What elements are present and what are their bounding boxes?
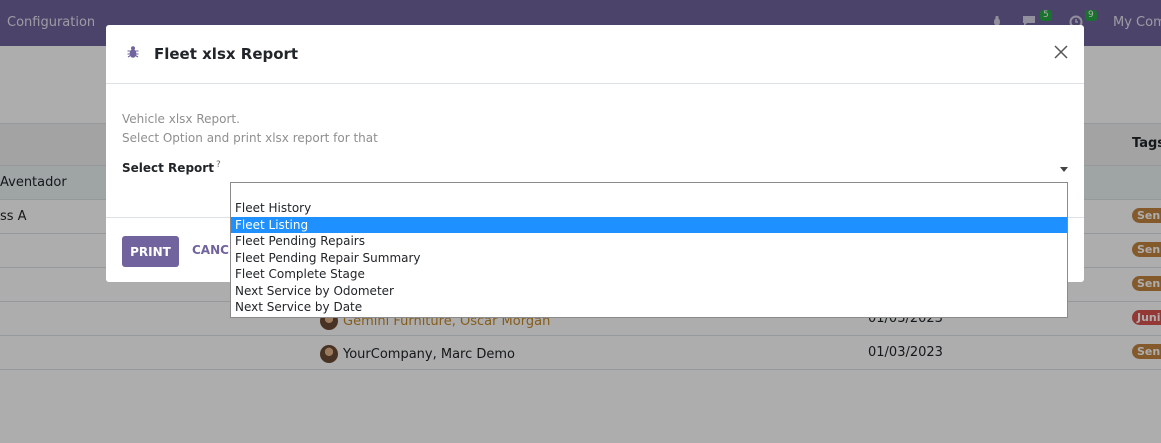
select-report-label: Select Report? (122, 160, 221, 175)
print-button[interactable]: PRINT (122, 236, 179, 267)
dropdown-option-fleet-pending-repairs[interactable]: Fleet Pending Repairs (231, 233, 1067, 250)
dropdown-option-fleet-pending-repair-summary[interactable]: Fleet Pending Repair Summary (231, 250, 1067, 267)
close-icon[interactable] (1052, 43, 1070, 61)
description-line: Vehicle xlsx Report. (122, 112, 240, 126)
dropdown-option-blank[interactable] (231, 183, 1067, 200)
description-line: Select Option and print xlsx report for … (122, 131, 378, 145)
dropdown-option-fleet-listing[interactable]: Fleet Listing (231, 216, 1067, 233)
dropdown-option-fleet-complete-stage[interactable]: Fleet Complete Stage (231, 266, 1067, 283)
dialog-title: Fleet xlsx Report (154, 45, 299, 63)
dialog-body: Vehicle xlsx Report. Select Option and p… (122, 110, 1068, 175)
field-label-text: Select Report (122, 161, 214, 175)
dialog-header: Fleet xlsx Report (106, 25, 1084, 84)
dropdown-option-fleet-history[interactable]: Fleet History (231, 200, 1067, 217)
bug-icon (126, 45, 140, 59)
dropdown-option-next-service-date[interactable]: Next Service by Date (231, 299, 1067, 316)
help-tooltip-icon[interactable]: ? (216, 160, 221, 170)
chevron-down-icon[interactable] (1060, 167, 1068, 172)
select-report-dropdown[interactable]: Fleet History Fleet Listing Fleet Pendin… (230, 182, 1068, 318)
dropdown-option-next-service-odometer[interactable]: Next Service by Odometer (231, 283, 1067, 300)
